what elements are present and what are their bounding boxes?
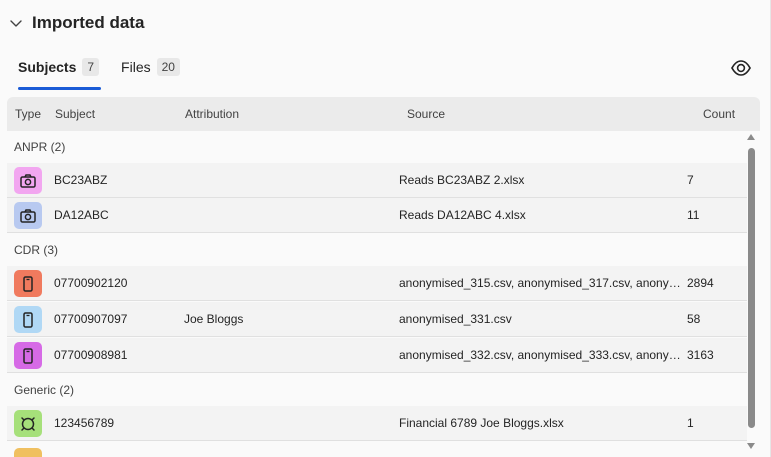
tab-label: Subjects [18, 59, 77, 75]
imported-data-panel: Imported data Subjects 7 Files 20 Type S… [0, 0, 771, 457]
count-cell: 3163 [687, 348, 714, 362]
camera-icon [14, 167, 42, 194]
tab-count-badge: 7 [82, 58, 100, 76]
source-cell: anonymised_332.csv, anonymised_333.csv, … [399, 348, 687, 362]
subject-cell: 07700907097 [54, 312, 128, 326]
table-row[interactable]: 07700908981 anonymised_332.csv, anonymis… [7, 338, 747, 373]
group-header-generic[interactable]: Generic (2) [7, 374, 747, 406]
tab-subjects[interactable]: Subjects 7 [18, 56, 102, 90]
scrollbar-thumb[interactable] [748, 148, 755, 428]
column-header-subject[interactable]: Subject [55, 97, 95, 131]
table-row[interactable]: 123456789 Financial 6789 Joe Bloggs.xlsx… [7, 406, 747, 441]
tab-label: Files [121, 59, 151, 75]
column-header-source[interactable]: Source [407, 97, 445, 131]
scroll-up-arrow[interactable] [747, 134, 755, 140]
count-cell: 2894 [687, 276, 714, 290]
attribution-cell: Joe Bloggs [184, 312, 244, 326]
next-row-icon-partial [14, 448, 42, 457]
subject-cell: DA12ABC [54, 208, 109, 222]
table-row[interactable]: BC23ABZ Reads BC23ABZ 2.xlsx 7 [7, 163, 747, 198]
scroll-down-arrow[interactable] [747, 443, 755, 449]
table-row[interactable]: 07700902120 anonymised_315.csv, anonymis… [7, 266, 747, 301]
phone-icon [14, 342, 42, 369]
generic-icon [14, 410, 42, 437]
table-header: Type Subject Attribution Source Count [7, 97, 760, 131]
group-header-cdr[interactable]: CDR (3) [7, 234, 747, 266]
count-cell: 7 [687, 173, 694, 187]
phone-icon [14, 270, 42, 297]
phone-icon [14, 306, 42, 333]
group-header-anpr[interactable]: ANPR (2) [7, 131, 747, 163]
section-title: Imported data [32, 13, 145, 32]
subject-cell: BC23ABZ [54, 173, 108, 187]
source-cell: Reads DA12ABC 4.xlsx [399, 208, 526, 222]
tab-list: Subjects 7 Files 20 [18, 56, 202, 90]
count-cell: 11 [687, 208, 700, 222]
table-row[interactable]: DA12ABC Reads DA12ABC 4.xlsx 11 [7, 198, 747, 233]
count-cell: 58 [687, 312, 701, 326]
column-header-type[interactable]: Type [15, 97, 41, 131]
tab-count-badge: 20 [156, 58, 180, 76]
subjects-table: Type Subject Attribution Source Count AN… [7, 97, 760, 457]
section-header[interactable]: Imported data [8, 12, 144, 34]
column-header-attribution[interactable]: Attribution [185, 97, 239, 131]
subject-cell: 07700908981 [54, 348, 128, 362]
source-cell: Reads BC23ABZ 2.xlsx [399, 173, 525, 187]
eye-icon[interactable] [730, 58, 752, 78]
chevron-down-icon[interactable] [8, 15, 24, 31]
tab-files[interactable]: Files 20 [121, 56, 180, 90]
vertical-scrollbar[interactable] [744, 134, 758, 456]
source-cell: anonymised_315.csv, anonymised_317.csv, … [399, 276, 687, 290]
camera-icon [14, 202, 42, 229]
source-cell: Financial 6789 Joe Bloggs.xlsx [399, 416, 564, 430]
table-body: ANPR (2) BC23ABZ Reads BC23ABZ 2.xlsx 7 … [7, 131, 747, 457]
subject-cell: 07700902120 [54, 276, 128, 290]
table-row[interactable]: 07700907097 Joe Bloggs anonymised_331.cs… [7, 302, 747, 337]
source-cell: anonymised_331.csv [399, 312, 512, 326]
count-cell: 1 [687, 416, 694, 430]
column-header-count[interactable]: Count [703, 97, 735, 131]
subject-cell: 123456789 [54, 416, 115, 430]
